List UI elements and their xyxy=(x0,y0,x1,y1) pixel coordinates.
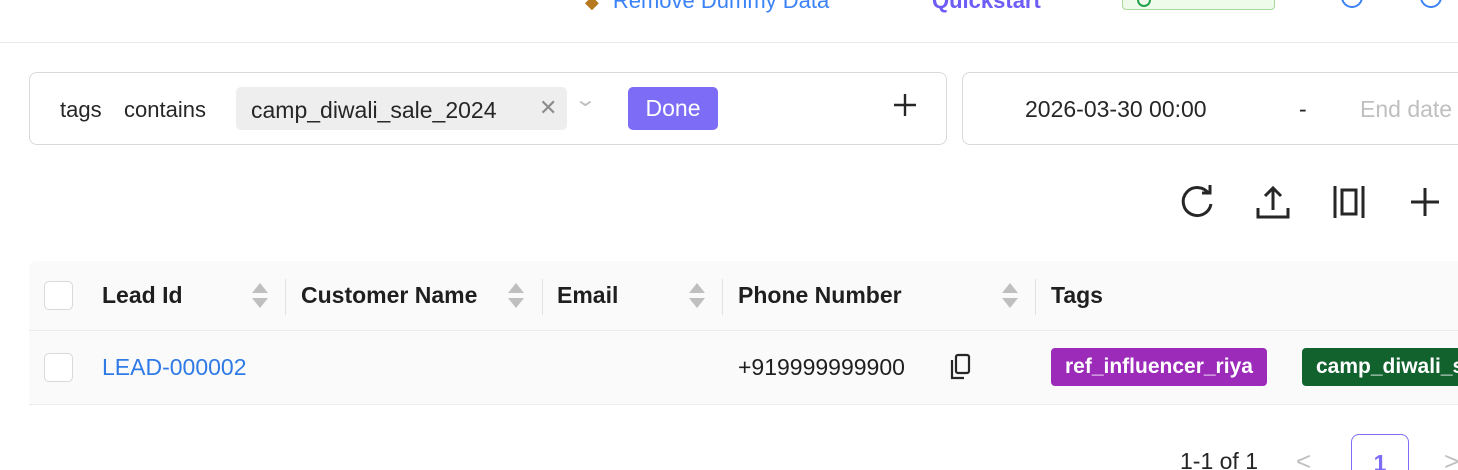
bell-icon[interactable] xyxy=(1341,0,1363,8)
add-lead-button[interactable] xyxy=(1405,182,1445,222)
date-separator: - xyxy=(1299,96,1307,122)
export-button[interactable] xyxy=(1253,182,1293,222)
sort-icon[interactable] xyxy=(1002,283,1018,309)
column-header-email[interactable]: Email xyxy=(557,282,618,309)
add-filter-button[interactable] xyxy=(892,91,918,123)
row-checkbox[interactable] xyxy=(44,353,73,382)
quickstart-link[interactable]: Quickstart xyxy=(932,0,1041,14)
filter-operator[interactable]: contains xyxy=(124,97,206,123)
sort-icon[interactable] xyxy=(508,283,524,309)
remove-dummy-data-label: Remove Dummy Data xyxy=(612,0,830,13)
lead-id-link[interactable]: LEAD-000002 xyxy=(102,354,247,381)
column-header-phone[interactable]: Phone Number xyxy=(738,282,902,309)
leads-table: Lead Id Customer Name Email Phone Number… xyxy=(29,261,1458,405)
top-header: ◆ Remove Dummy Data Quickstart xyxy=(0,0,1458,43)
help-icon[interactable] xyxy=(1420,0,1442,8)
upload-icon xyxy=(1256,185,1290,219)
date-end-placeholder[interactable]: End date xyxy=(1360,96,1452,123)
filter-value-label: camp_diwali_sale_2024 xyxy=(251,97,497,123)
status-icon xyxy=(1137,0,1151,7)
refresh-icon xyxy=(1181,185,1213,218)
prev-page-button[interactable]: < xyxy=(1296,446,1311,470)
next-page-button[interactable]: > xyxy=(1444,446,1458,470)
refresh-button[interactable] xyxy=(1177,182,1217,222)
sort-icon[interactable] xyxy=(252,283,268,309)
date-start[interactable]: 2026-03-30 00:00 xyxy=(1025,96,1207,123)
column-header-lead-id[interactable]: Lead Id xyxy=(102,282,183,309)
copy-icon[interactable] xyxy=(949,353,971,381)
column-header-customer-name[interactable]: Customer Name xyxy=(301,282,477,309)
close-icon[interactable]: ✕ xyxy=(539,95,557,121)
phone-cell: +919999999900 xyxy=(738,354,905,380)
tag-badge: ref_influencer_riya xyxy=(1051,348,1267,386)
plus-icon xyxy=(894,94,916,116)
remove-dummy-data-link[interactable]: ◆ Remove Dummy Data xyxy=(585,0,829,14)
table-row[interactable]: LEAD-000002 +919999999900 ref_influencer… xyxy=(29,331,1458,405)
broom-icon: ◆ xyxy=(585,0,599,12)
filter-field[interactable]: tags xyxy=(60,97,102,123)
column-settings-button[interactable] xyxy=(1329,182,1369,222)
select-all-checkbox[interactable] xyxy=(44,281,73,310)
column-header-tags[interactable]: Tags xyxy=(1051,282,1103,309)
filter-bar: tags contains camp_diwali_sale_2024 ✕ ⌄ … xyxy=(29,72,947,145)
done-button[interactable]: Done xyxy=(628,87,718,130)
date-range-picker[interactable]: 2026-03-30 00:00 - End date xyxy=(962,72,1458,145)
pagination-summary: 1-1 of 1 xyxy=(1180,448,1258,470)
leads-page: ◆ Remove Dummy Data Quickstart tags conta… xyxy=(0,0,1458,470)
tag-badge: camp_diwali_sale_2024 xyxy=(1302,348,1458,386)
status-badge[interactable] xyxy=(1122,0,1275,10)
chevron-down-icon[interactable]: ⌄ xyxy=(574,87,597,112)
filter-value-chip[interactable]: camp_diwali_sale_2024 ✕ xyxy=(236,87,567,130)
sort-icon[interactable] xyxy=(689,283,705,309)
plus-icon xyxy=(1411,188,1439,216)
table-header: Lead Id Customer Name Email Phone Number… xyxy=(29,261,1458,331)
columns-icon xyxy=(1333,186,1365,218)
page-button-current[interactable]: 1 xyxy=(1351,434,1409,470)
